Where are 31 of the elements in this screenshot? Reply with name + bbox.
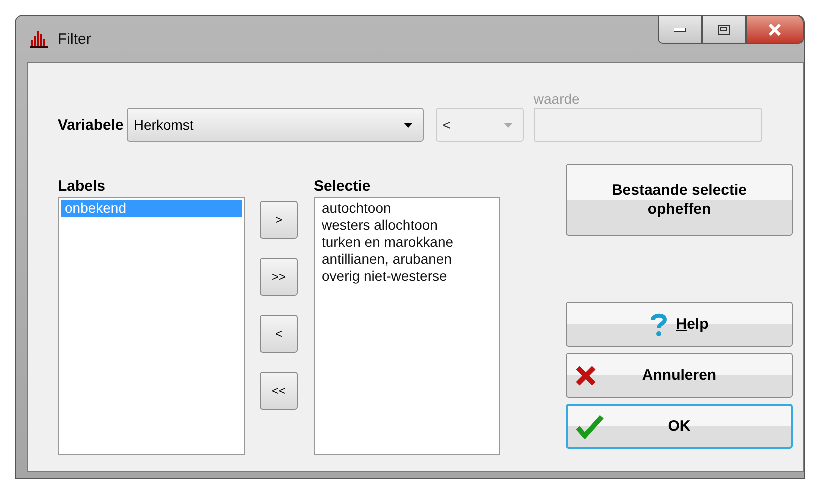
minimize-button[interactable] xyxy=(658,15,702,44)
list-item[interactable]: turken en marokkane xyxy=(322,234,499,251)
list-item[interactable]: westers allochtoon xyxy=(322,217,499,234)
question-mark-icon xyxy=(650,312,668,336)
cross-icon xyxy=(575,366,597,386)
list-item[interactable]: overig niet-westerse xyxy=(322,268,499,285)
cancel-button[interactable]: Annuleren xyxy=(566,353,793,398)
checkmark-icon xyxy=(576,414,604,438)
dropdown-arrow-icon xyxy=(504,122,513,128)
transfer-button[interactable]: > xyxy=(260,201,298,239)
bar-chart-icon xyxy=(30,30,50,48)
help-button[interactable]: Help xyxy=(566,302,793,347)
close-icon xyxy=(768,24,782,36)
list-item[interactable]: antillianen, arubanen xyxy=(322,251,499,268)
list-heading: Labels xyxy=(58,178,107,197)
value-label: waarde xyxy=(534,91,581,107)
maximize-button[interactable] xyxy=(702,15,746,44)
ok-button[interactable]: OK xyxy=(566,404,793,449)
clear-selection-button[interactable]: Bestaande selectie opheffen xyxy=(566,164,793,236)
minimize-icon xyxy=(674,28,686,32)
transfer-button[interactable]: >> xyxy=(260,258,298,296)
transfer-button[interactable]: < xyxy=(260,315,298,353)
maximize-icon xyxy=(718,24,730,34)
list-item[interactable]: autochtoon xyxy=(322,200,499,217)
transfer-button[interactable]: << xyxy=(260,372,298,410)
list-heading: Selectie xyxy=(314,178,372,197)
close-button[interactable] xyxy=(746,15,804,44)
dropdown-arrow-icon xyxy=(404,122,413,128)
variable-dropdown[interactable]: Herkomst xyxy=(126,108,424,142)
variable-label: Variabele xyxy=(58,117,124,134)
window-title: Filter xyxy=(58,30,92,48)
